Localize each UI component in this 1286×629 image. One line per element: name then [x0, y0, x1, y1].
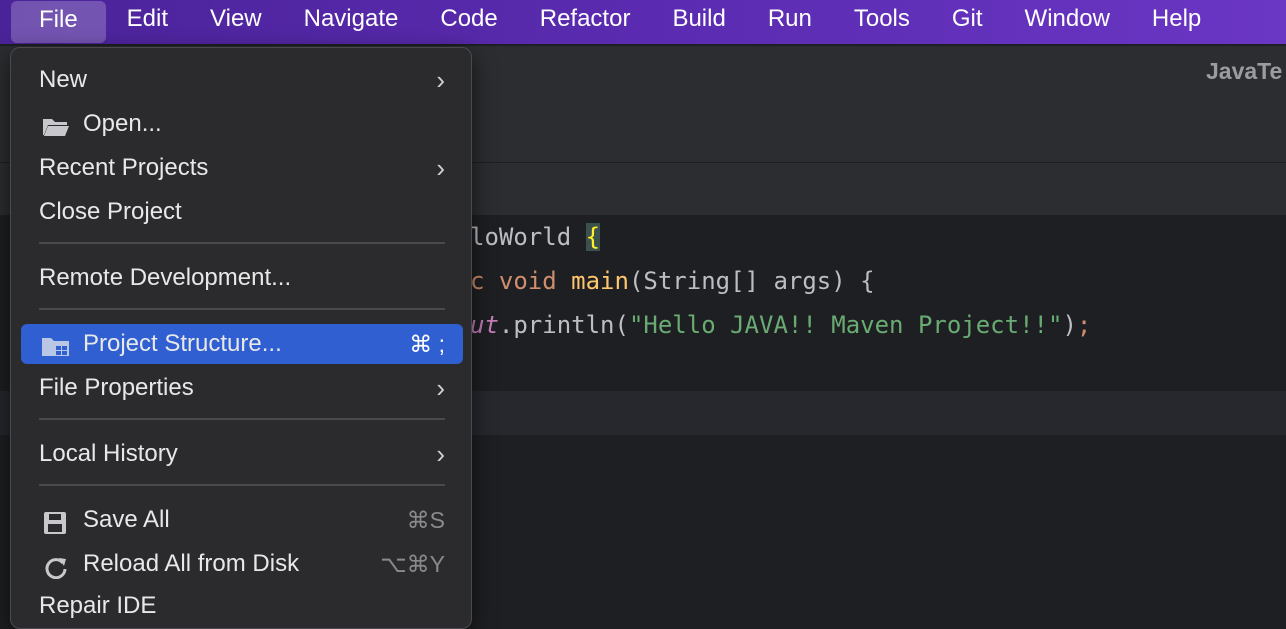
code-token: (String[] args) {: [628, 267, 875, 295]
menu-separator: [39, 242, 445, 244]
code-line-class: loWorld {: [470, 223, 601, 251]
menu-item-new[interactable]: New ›: [21, 60, 463, 100]
menu-item-close-project[interactable]: Close Project: [21, 192, 463, 232]
code-token: ;: [1076, 311, 1092, 339]
menu-file[interactable]: File: [11, 1, 106, 43]
menu-item-label: Local History: [39, 440, 178, 467]
window-title: JavaTe: [1206, 58, 1283, 84]
menu-item-local-history[interactable]: Local History ›: [21, 434, 463, 474]
menu-build[interactable]: Build: [651, 0, 746, 44]
menu-item-label: Open...: [83, 110, 162, 137]
menu-item-label: Reload All from Disk: [83, 550, 300, 577]
save-icon: [41, 508, 71, 534]
code-token: ): [1062, 311, 1077, 339]
menu-view[interactable]: View: [189, 0, 283, 44]
menu-item-label: Close Project: [39, 198, 182, 225]
menu-window[interactable]: Window: [1004, 0, 1131, 44]
menu-item-label: Project Structure...: [83, 330, 282, 357]
menu-bar: File Edit View Navigate Code Refactor Bu…: [0, 0, 1286, 44]
chevron-right-icon: ›: [436, 373, 445, 403]
menu-help[interactable]: Help: [1131, 0, 1222, 44]
code-line-println: ut.println("Hello JAVA!! Maven Project!!…: [470, 311, 1091, 339]
menu-run[interactable]: Run: [747, 0, 833, 44]
menu-item-label: Recent Projects: [39, 154, 209, 181]
menu-refactor[interactable]: Refactor: [519, 0, 652, 44]
chevron-right-icon: ›: [436, 65, 445, 95]
project-structure-icon: [41, 332, 71, 356]
menu-item-project-structure[interactable]: Project Structure... ⌘ ;: [21, 324, 463, 364]
menu-item-file-properties[interactable]: File Properties ›: [21, 368, 463, 408]
menu-separator: [39, 308, 445, 310]
file-menu-dropdown: New › Open... Recent Projects › Close Pr…: [10, 47, 472, 629]
code-token: main: [571, 267, 629, 295]
chevron-right-icon: ›: [436, 153, 445, 183]
menu-separator: [39, 418, 445, 420]
code-token: c: [470, 267, 499, 295]
menu-item-label: File Properties: [39, 374, 194, 401]
menu-tools[interactable]: Tools: [833, 0, 931, 44]
menu-edit[interactable]: Edit: [106, 0, 189, 44]
menu-item-save-all[interactable]: Save All ⌘S: [21, 500, 463, 540]
code-token: ut: [470, 311, 499, 339]
reload-icon: [41, 552, 71, 580]
menu-item-repair-ide[interactable]: Repair IDE: [21, 586, 463, 626]
code-token: .println(: [498, 311, 629, 339]
menu-item-label: Remote Development...: [39, 264, 292, 291]
code-token: void: [498, 267, 572, 295]
shortcut-label: ⌘ ;: [409, 331, 445, 357]
code-token-brace: {: [585, 223, 601, 251]
folder-open-icon: [41, 112, 71, 136]
shortcut-label: ⌘S: [406, 507, 445, 533]
menu-code[interactable]: Code: [419, 0, 518, 44]
shortcut-label: ⌥⌘Y: [380, 551, 445, 577]
code-token-string: "Hello JAVA!! Maven Project!!": [628, 311, 1063, 339]
menu-separator: [39, 484, 445, 486]
code-token: loWorld: [470, 223, 586, 251]
code-line-main: c void main(String[] args) {: [470, 267, 875, 295]
menu-navigate[interactable]: Navigate: [283, 0, 420, 44]
menu-item-remote-development[interactable]: Remote Development...: [21, 258, 463, 298]
menu-item-label: New: [39, 66, 88, 93]
menu-git[interactable]: Git: [931, 0, 1004, 44]
menu-item-label: Save All: [83, 506, 170, 533]
menu-item-reload-all[interactable]: Reload All from Disk ⌥⌘Y: [21, 544, 463, 584]
menu-item-label: Repair IDE: [39, 592, 157, 619]
menu-item-recent-projects[interactable]: Recent Projects ›: [21, 148, 463, 188]
chevron-right-icon: ›: [436, 439, 445, 469]
menu-item-open[interactable]: Open...: [21, 104, 463, 144]
